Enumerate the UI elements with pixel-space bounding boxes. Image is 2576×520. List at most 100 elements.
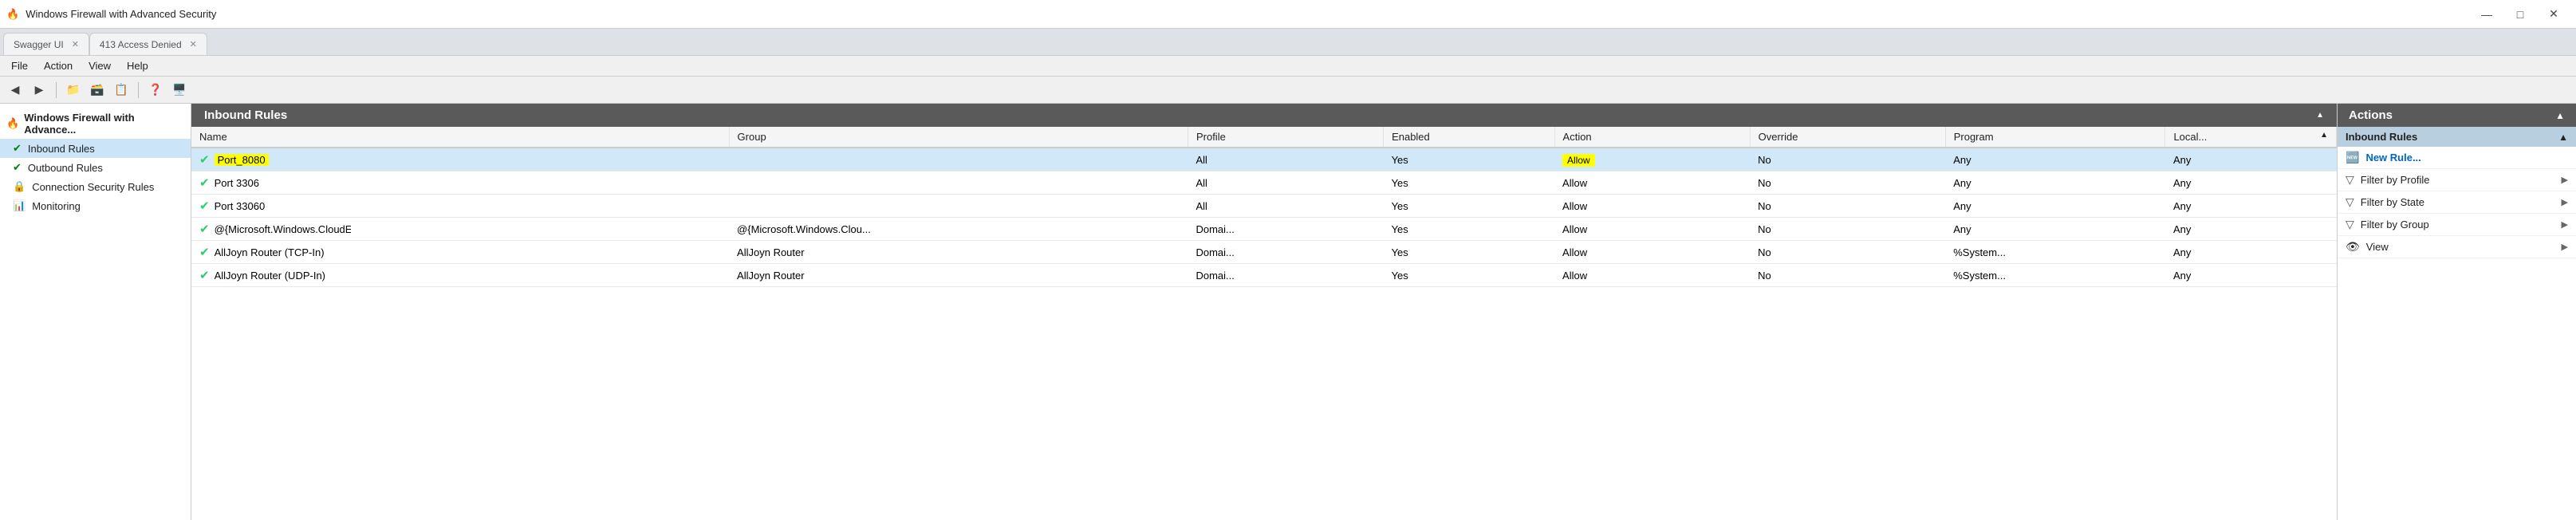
tab-access-denied[interactable]: 413 Access Denied ✕: [89, 33, 207, 55]
console-button[interactable]: 🖥️: [169, 80, 190, 100]
sidebar-monitoring-label: Monitoring: [32, 200, 81, 212]
cell-override: No: [1750, 218, 1945, 241]
help-button[interactable]: ❓: [145, 80, 166, 100]
rule-name-text: Port_8080: [215, 154, 269, 166]
rules-table-container[interactable]: Name Group Profile Enabled Action Overri…: [191, 127, 2337, 520]
actions-subheader-arrow[interactable]: ▲: [2558, 132, 2568, 143]
content-area: Inbound Rules ▲ Name Group Profile Enabl…: [191, 104, 2337, 520]
actions-item-icon: ▽: [2346, 195, 2354, 209]
cell-enabled: Yes: [1384, 264, 1554, 287]
actions-item-1[interactable]: ▽Filter by Profile▶: [2338, 169, 2576, 191]
cell-group: [729, 195, 1188, 218]
sidebar-header: 🔥 Windows Firewall with Advance...: [0, 108, 191, 139]
table-row[interactable]: ✔AllJoyn Router (TCP-In)AllJoyn RouterDo…: [191, 241, 2337, 264]
table-row[interactable]: ✔Port 3306AllYesAllowNoAnyAny: [191, 171, 2337, 195]
cell-enabled: Yes: [1384, 218, 1554, 241]
title-bar-left: 🔥 Windows Firewall with Advanced Securit…: [6, 8, 216, 21]
sidebar-item-inbound[interactable]: ✔ Inbound Rules: [0, 139, 191, 158]
actions-subheader-label: Inbound Rules: [2346, 131, 2417, 143]
title-bar-controls: — □ ✕: [2471, 3, 2570, 26]
col-header-enabled[interactable]: Enabled: [1384, 127, 1554, 148]
rule-status-icon: ✔: [199, 175, 210, 190]
col-header-action[interactable]: Action: [1554, 127, 1750, 148]
minimize-button[interactable]: —: [2471, 3, 2503, 26]
close-button[interactable]: ✕: [2538, 3, 2570, 26]
title-bar: 🔥 Windows Firewall with Advanced Securit…: [0, 0, 2576, 29]
tab-close-icon[interactable]: ✕: [72, 39, 79, 49]
sidebar-app-title: Windows Firewall with Advance...: [24, 112, 184, 136]
table-row[interactable]: ✔@{Microsoft.Windows.CloudExperience...@…: [191, 218, 2337, 241]
actions-collapse-icon[interactable]: ▲: [2555, 110, 2565, 121]
rule-status-icon: ✔: [199, 268, 210, 282]
cell-profile: All: [1188, 171, 1383, 195]
actions-item-icon: ▽: [2346, 218, 2354, 231]
cell-override: No: [1750, 241, 1945, 264]
rule-status-icon: ✔: [199, 222, 210, 236]
toolbar: ◀ ▶ 📁 🗃️ 📋 ❓ 🖥️: [0, 77, 2576, 104]
chevron-right-icon: ▶: [2562, 175, 2568, 185]
rule-status-icon: ✔: [199, 245, 210, 259]
actions-item-label: Filter by State: [2361, 196, 2424, 208]
chevron-right-icon: ▶: [2562, 197, 2568, 207]
actions-items: 🆕New Rule...▽Filter by Profile▶▽Filter b…: [2338, 147, 2576, 258]
cell-group: AllJoyn Router: [729, 264, 1188, 287]
cell-group: [729, 148, 1188, 171]
cell-name: ✔AllJoyn Router (UDP-In): [191, 264, 351, 286]
table-row[interactable]: ✔AllJoyn Router (UDP-In)AllJoyn RouterDo…: [191, 264, 2337, 287]
cell-local: Any: [2165, 171, 2337, 195]
actions-item-0[interactable]: 🆕New Rule...: [2338, 147, 2576, 169]
menu-help[interactable]: Help: [119, 58, 156, 73]
col-header-override[interactable]: Override: [1750, 127, 1945, 148]
cell-local: Any: [2165, 148, 2337, 171]
cell-name: ✔Port_8080: [191, 148, 351, 171]
table-row[interactable]: ✔Port 33060AllYesAllowNoAnyAny: [191, 195, 2337, 218]
view-button[interactable]: 🗃️: [87, 80, 108, 100]
rule-name-text: @{Microsoft.Windows.CloudExperience...: [215, 223, 351, 235]
cell-program: Any: [1945, 171, 2165, 195]
actions-item-icon: ▽: [2346, 173, 2354, 187]
col-header-group[interactable]: Group: [729, 127, 1188, 148]
cell-local: Any: [2165, 218, 2337, 241]
cell-action: Allow: [1554, 195, 1750, 218]
col-header-name[interactable]: Name: [191, 127, 729, 148]
sidebar-outbound-label: Outbound Rules: [28, 162, 103, 174]
maximize-button[interactable]: □: [2504, 3, 2536, 26]
cell-group: [729, 171, 1188, 195]
actions-item-2[interactable]: ▽ Filter by State ▶: [2338, 191, 2576, 214]
rule-name-text: AllJoyn Router (TCP-In): [215, 246, 325, 258]
actions-item-icon: 👁: [2346, 240, 2360, 254]
actions-item-4[interactable]: 👁View▶: [2338, 236, 2576, 258]
sidebar-item-monitoring[interactable]: 📊 Monitoring: [0, 196, 191, 215]
chevron-right-icon: ▶: [2562, 242, 2568, 252]
menu-view[interactable]: View: [81, 58, 119, 73]
col-header-local[interactable]: Local... ▲: [2165, 127, 2337, 148]
col-scroll-up[interactable]: ▲: [2320, 131, 2328, 140]
menu-file[interactable]: File: [3, 58, 36, 73]
cell-group: AllJoyn Router: [729, 241, 1188, 264]
rule-name-text: Port 3306: [215, 177, 259, 189]
sidebar-item-connection-security[interactable]: 🔒 Connection Security Rules: [0, 177, 191, 196]
table-row[interactable]: ✔Port_8080AllYesAllowNoAnyAny: [191, 148, 2337, 171]
security-icon: 🔒: [13, 180, 26, 193]
inbound-icon: ✔: [13, 142, 22, 155]
sidebar-item-outbound[interactable]: ✔ Outbound Rules: [0, 158, 191, 177]
action-badge: Allow: [1562, 154, 1595, 167]
tab-close-icon[interactable]: ✕: [190, 39, 197, 49]
app-icon: 🔥: [6, 8, 19, 21]
actions-item-label: Filter by Group: [2361, 219, 2429, 230]
cell-override: No: [1750, 264, 1945, 287]
menu-action[interactable]: Action: [36, 58, 81, 73]
tab-swagger[interactable]: Swagger UI ✕: [3, 33, 89, 55]
col-header-program[interactable]: Program: [1945, 127, 2165, 148]
cell-name: ✔Port 33060: [191, 195, 351, 217]
export-button[interactable]: 📋: [111, 80, 132, 100]
back-button[interactable]: ◀: [5, 80, 26, 100]
cell-override: No: [1750, 171, 1945, 195]
col-header-profile[interactable]: Profile: [1188, 127, 1383, 148]
cell-override: No: [1750, 195, 1945, 218]
actions-item-3[interactable]: ▽ Filter by Group ▶: [2338, 214, 2576, 236]
forward-button[interactable]: ▶: [29, 80, 49, 100]
chevron-right-icon: ▶: [2562, 219, 2568, 230]
folder-button[interactable]: 📁: [63, 80, 84, 100]
cell-program: Any: [1945, 148, 2165, 171]
